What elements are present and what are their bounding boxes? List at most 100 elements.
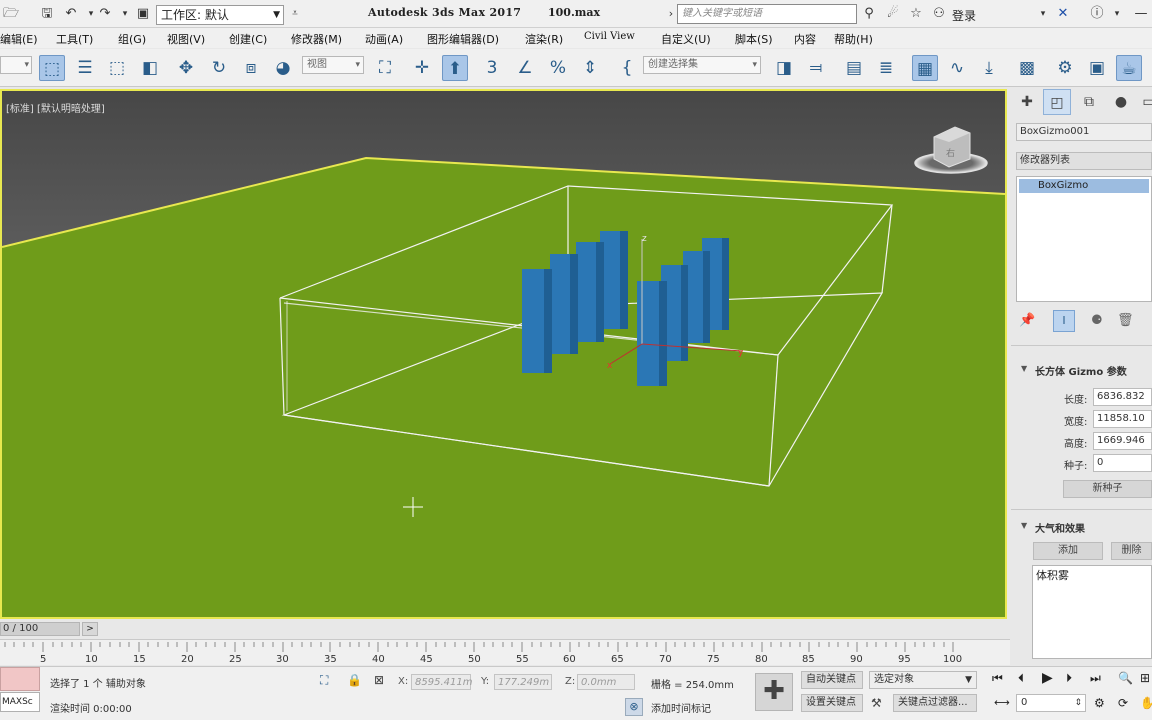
reference-coordinate-dropdown[interactable]: 视图 ▾ — [302, 56, 364, 74]
length-input[interactable]: 6836.832 — [1093, 388, 1152, 406]
user-icon[interactable]: ⚇ — [930, 5, 948, 23]
customize-quickaccess-icon[interactable]: ⩡ — [286, 5, 304, 23]
set-key-big-button[interactable]: ✚ — [755, 673, 793, 711]
previous-frame-icon[interactable]: ⏴ — [1018, 671, 1024, 686]
exchange-apps-icon[interactable]: ✕ — [1054, 5, 1072, 23]
zoom-all-icon[interactable]: ⊞ — [1140, 671, 1150, 685]
open-file-icon[interactable]: 🗁 — [2, 5, 20, 23]
pivot-center-icon[interactable]: ⛶ — [372, 55, 398, 81]
key-mode-toggle-icon[interactable]: ⟷ — [994, 696, 1010, 709]
time-slider-track[interactable] — [0, 620, 1010, 638]
x-coordinate-field[interactable]: 8595.411m — [411, 674, 472, 690]
pin-stack-icon[interactable]: 📌 — [1019, 313, 1035, 328]
display-tab-icon[interactable]: ▭ — [1135, 89, 1152, 115]
key-filters-button[interactable]: 关键点过滤器... — [893, 694, 977, 712]
select-by-name-icon[interactable]: ☰ — [72, 55, 98, 81]
rollout-collapse-icon[interactable]: ▼ — [1021, 521, 1027, 530]
scene-explorer-icon[interactable]: ▤ — [841, 55, 867, 81]
render-setup-icon[interactable]: ⚙ — [1052, 55, 1078, 81]
remove-modifier-icon[interactable]: 🗑 — [1117, 313, 1134, 328]
isolate-selection-icon[interactable]: ⛶ — [320, 673, 328, 688]
binoculars-icon[interactable]: ⚲ — [860, 5, 878, 23]
atmosphere-list[interactable]: 体积雾 — [1032, 565, 1152, 659]
communication-center-icon[interactable]: ☄ — [884, 5, 902, 23]
selection-filter-dropdown[interactable]: ▾ — [0, 56, 32, 74]
snaps-toggle-icon[interactable]: 3 — [479, 55, 505, 81]
next-frame-icon[interactable]: ⏵ — [1066, 671, 1072, 686]
select-object-icon[interactable]: ⬚ — [39, 55, 65, 81]
menu-scripting[interactable]: 脚本(S) — [735, 31, 773, 47]
keyboard-shortcut-override-icon[interactable]: ⬆ — [442, 55, 468, 81]
search-input[interactable]: 键入关键字或短语 — [677, 4, 857, 24]
menu-customize[interactable]: 自定义(U) — [661, 31, 711, 47]
rollout-collapse-icon[interactable]: ▼ — [1021, 364, 1027, 373]
auto-key-button[interactable]: 自动关键点 — [801, 671, 863, 689]
move-icon[interactable]: ✥ — [173, 55, 199, 81]
toggle-ribbon-icon[interactable]: ▦ — [912, 55, 938, 81]
perspective-viewport[interactable]: z y x 右 [标准] [默认明暗处理] — [0, 89, 1007, 619]
absolute-relative-toggle-icon[interactable]: ⊠ — [374, 673, 384, 687]
pan-icon[interactable]: ✋ — [1140, 696, 1152, 710]
time-slider[interactable]: 0 / 100 — [0, 622, 80, 636]
menu-tools[interactable]: 工具(T) — [56, 31, 93, 47]
width-input[interactable]: 11858.10 — [1093, 410, 1152, 428]
set-key-button[interactable]: 设置关键点 — [801, 694, 863, 712]
schematic-view-icon[interactable]: ⤓ — [976, 55, 1002, 81]
maxscript-listener-pink[interactable] — [0, 667, 40, 691]
help-icon[interactable]: ⓘ — [1088, 5, 1106, 23]
y-coordinate-field[interactable]: 177.249m — [494, 674, 552, 690]
time-tag-icon[interactable]: ⊗ — [625, 698, 643, 716]
selected-object-dropdown[interactable]: 选定对象 ▼ — [869, 671, 977, 689]
viewport-label[interactable]: [标准] [默认明暗处理] — [6, 100, 105, 115]
help-dropdown-icon[interactable]: ▾ — [1108, 5, 1126, 23]
named-selection-set-dropdown[interactable]: 创建选择集 ▾ — [643, 56, 761, 74]
select-manipulate-icon[interactable]: ✛ — [409, 55, 435, 81]
edit-named-selection-icon[interactable]: { — [614, 55, 640, 81]
atmosphere-list-item[interactable]: 体积雾 — [1036, 569, 1069, 582]
go-to-end-icon[interactable]: ⏭ — [1090, 671, 1101, 686]
create-tab-icon[interactable]: ✚ — [1013, 89, 1041, 115]
motion-tab-icon[interactable]: ● — [1107, 89, 1135, 115]
scale-icon[interactable]: ⧈ — [238, 55, 264, 81]
spinner-snap-icon[interactable]: ⇕ — [577, 55, 603, 81]
track-bar[interactable]: 5 10 15 20 25 30 35 40 45 50 55 60 65 70… — [0, 639, 1010, 665]
workspace-dropdown[interactable]: 工作区: 默认 ▼ — [156, 5, 284, 25]
undo-icon[interactable]: ↶ — [62, 5, 80, 23]
align-icon[interactable]: ⫤ — [803, 55, 829, 81]
login-link[interactable]: 登录 — [952, 7, 976, 24]
modifier-list-dropdown[interactable]: 修改器列表 — [1016, 152, 1152, 170]
height-input[interactable]: 1669.946 — [1093, 432, 1152, 450]
atmospheres-title[interactable]: 大气和效果 — [1035, 520, 1085, 535]
material-editor-icon[interactable]: ▩ — [1014, 55, 1040, 81]
zoom-icon[interactable]: 🔍 — [1118, 671, 1133, 685]
login-dropdown-icon[interactable]: ▾ — [1034, 5, 1052, 23]
place-icon[interactable]: ◕ — [270, 55, 296, 81]
current-frame-field[interactable]: 0 ⇕ — [1016, 694, 1086, 712]
next-frame-button[interactable]: > — [82, 622, 98, 636]
menu-rendering[interactable]: 渲染(R) — [525, 31, 563, 47]
menu-modifiers[interactable]: 修改器(M) — [291, 31, 342, 47]
redo-icon[interactable]: ↷ — [96, 5, 114, 23]
project-folder-icon[interactable]: ▣ — [134, 5, 152, 23]
menu-create[interactable]: 创建(C) — [229, 31, 267, 47]
rectangular-selection-icon[interactable]: ⬚ — [104, 55, 130, 81]
go-to-start-icon[interactable]: ⏮ — [992, 671, 1003, 686]
hierarchy-tab-icon[interactable]: ⧉ — [1075, 89, 1103, 115]
menu-animation[interactable]: 动画(A) — [365, 31, 403, 47]
rotate-icon[interactable]: ↻ — [206, 55, 232, 81]
key-mode-icon[interactable]: ⚒ — [871, 696, 882, 710]
menu-views[interactable]: 视图(V) — [167, 31, 205, 47]
mirror-icon[interactable]: ◨ — [771, 55, 797, 81]
add-atmosphere-button[interactable]: 添加 — [1033, 542, 1103, 560]
layer-explorer-icon[interactable]: ≣ — [873, 55, 899, 81]
orbit-icon[interactable]: ⟳ — [1118, 696, 1128, 710]
modifier-stack-item[interactable]: BoxGizmo — [1019, 179, 1149, 193]
window-crossing-icon[interactable]: ◧ — [137, 55, 163, 81]
show-end-result-icon[interactable]: Ι — [1053, 310, 1075, 332]
seed-input[interactable]: 0 — [1093, 454, 1152, 472]
z-coordinate-field[interactable]: 0.0mm — [577, 674, 635, 690]
minimize-icon[interactable]: — — [1132, 5, 1150, 23]
object-name-field[interactable]: BoxGizmo001 — [1016, 123, 1152, 141]
menu-civil-view[interactable]: Civil View — [584, 31, 635, 42]
menu-group[interactable]: 组(G) — [118, 31, 146, 47]
